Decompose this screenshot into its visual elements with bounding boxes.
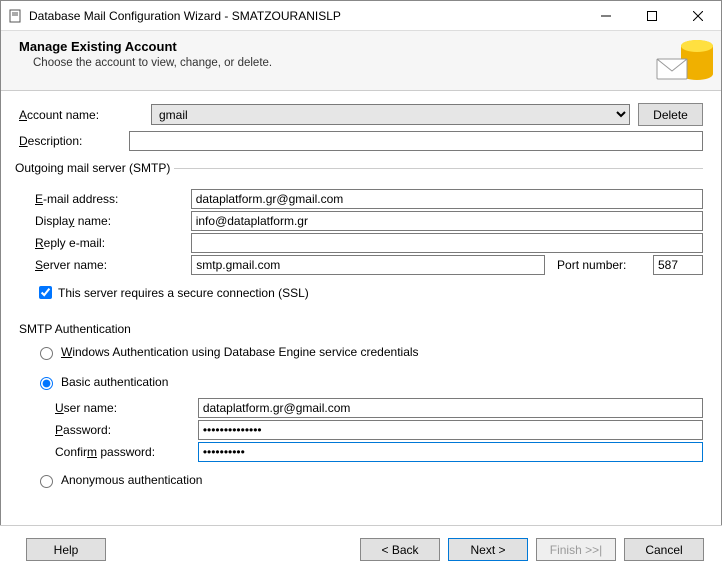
basic-auth-radio[interactable] <box>40 377 53 390</box>
finish-button: Finish >>| <box>536 538 616 561</box>
smtp-group: Outgoing mail server (SMTP) E-mail addre… <box>19 161 703 310</box>
smtp-legend: Outgoing mail server (SMTP) <box>15 161 174 175</box>
server-name-label: Server name: <box>35 258 191 272</box>
close-button[interactable] <box>675 1 721 30</box>
basic-auth-label: Basic authentication <box>61 375 168 389</box>
display-name-input[interactable] <box>191 211 703 231</box>
reply-email-label: Reply e-mail: <box>35 236 191 250</box>
username-input[interactable] <box>198 398 703 418</box>
wizard-footer: Help < Back Next > Finish >>| Cancel <box>0 525 722 573</box>
page-subtitle: Choose the account to view, change, or d… <box>33 57 721 69</box>
anonymous-auth-radio[interactable] <box>40 475 53 488</box>
confirm-password-input[interactable] <box>198 442 703 462</box>
mail-wizard-icon <box>653 31 721 89</box>
email-label: E-mail address: <box>35 192 191 206</box>
anonymous-auth-label: Anonymous authentication <box>61 473 202 487</box>
back-button[interactable]: < Back <box>360 538 440 561</box>
password-input[interactable] <box>198 420 703 440</box>
window-title: Database Mail Configuration Wizard - SMA… <box>29 9 583 23</box>
wizard-body: Account name: gmail Delete Description: … <box>1 91 721 502</box>
wizard-header: Manage Existing Account Choose the accou… <box>1 31 721 91</box>
account-name-select[interactable]: gmail <box>151 104 630 125</box>
title-bar: Database Mail Configuration Wizard - SMA… <box>1 1 721 31</box>
reply-email-input[interactable] <box>191 233 703 253</box>
username-label: User name: <box>55 401 198 415</box>
app-icon <box>7 8 23 24</box>
description-label: Description: <box>19 134 129 148</box>
ssl-label: This server requires a secure connection… <box>58 286 309 300</box>
smtp-auth-label: SMTP Authentication <box>19 322 703 336</box>
server-name-input[interactable] <box>191 255 545 275</box>
port-number-input[interactable] <box>653 255 703 275</box>
windows-auth-radio[interactable] <box>40 347 53 360</box>
page-title: Manage Existing Account <box>19 39 721 54</box>
next-button[interactable]: Next > <box>448 538 528 561</box>
email-input[interactable] <box>191 189 703 209</box>
password-label: Password: <box>55 423 198 437</box>
display-name-label: Display name: <box>35 214 191 228</box>
delete-button[interactable]: Delete <box>638 103 703 126</box>
account-name-label: Account name: <box>19 108 151 122</box>
ssl-checkbox[interactable] <box>39 286 52 299</box>
description-input[interactable] <box>129 131 703 151</box>
windows-auth-label: Windows Authentication using Database En… <box>61 345 419 359</box>
confirm-password-label: Confirm password: <box>55 445 198 459</box>
cancel-button[interactable]: Cancel <box>624 538 704 561</box>
maximize-button[interactable] <box>629 1 675 30</box>
port-number-label: Port number: <box>557 258 643 272</box>
minimize-button[interactable] <box>583 1 629 30</box>
window-controls <box>583 1 721 30</box>
help-button[interactable]: Help <box>26 538 106 561</box>
